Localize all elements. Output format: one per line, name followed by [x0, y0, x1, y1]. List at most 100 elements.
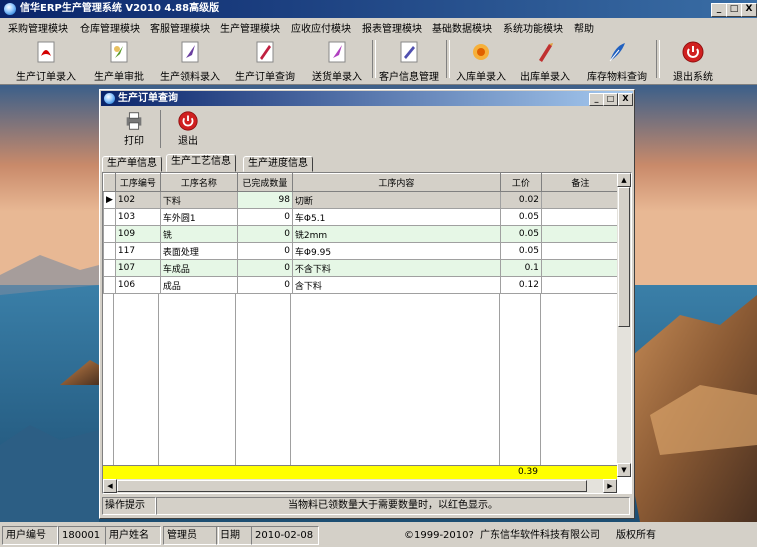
cell-note[interactable] — [540, 191, 620, 209]
toolbar-production-order-query[interactable]: 生产订单查询 — [230, 37, 300, 83]
cell-content[interactable]: 铣2mm — [291, 225, 501, 243]
cell-done[interactable]: 0 — [236, 208, 293, 226]
toolbar-customer-info[interactable]: 客户信息管理 — [376, 37, 442, 83]
cell-done[interactable]: 0 — [236, 259, 293, 277]
cell-name[interactable]: 表面处理 — [159, 242, 238, 260]
column-header-code[interactable]: 工序编号 — [114, 173, 161, 192]
toolbar-label: 生产订单查询 — [235, 72, 295, 83]
cell-content[interactable]: 车Φ5.1 — [291, 208, 501, 226]
menu-customer-service[interactable]: 客服管理模块 — [150, 20, 210, 35]
cell-price[interactable]: 0.02 — [499, 191, 542, 209]
window-icon — [104, 93, 115, 104]
scroll-thumb[interactable] — [618, 187, 630, 327]
column-header-done[interactable]: 已完成数量 — [236, 173, 293, 192]
cell-price[interactable]: 0.1 — [499, 259, 542, 277]
menu-production[interactable]: 生产管理模块 — [220, 20, 280, 35]
cell-content[interactable]: 含下料 — [291, 276, 501, 294]
hint-bar: 操作提示 当物料已领数量大于需要数量时，以红色显示。 — [102, 496, 632, 515]
table-row[interactable]: ▶ 102 下料 98 切断 0.02 — [103, 191, 620, 209]
minimize-button[interactable]: _ — [711, 3, 727, 17]
cell-done[interactable]: 0 — [236, 242, 293, 260]
table-row[interactable]: 107 车成品 0 不含下料 0.1 — [103, 259, 620, 277]
cell-content[interactable]: 车Φ9.95 — [291, 242, 501, 260]
cell-done[interactable]: 98 — [236, 191, 293, 209]
toolbar-inventory-query[interactable]: 库存物料查询 — [582, 37, 652, 83]
cell-name[interactable]: 铣 — [159, 225, 238, 243]
table-row[interactable]: 103 车外圆1 0 车Φ5.1 0.05 — [103, 208, 620, 226]
tab-process-info[interactable]: 生产工艺信息 — [166, 154, 236, 172]
toolbar-exit-system[interactable]: 退出系统 — [664, 37, 722, 83]
cell-name[interactable]: 车外圆1 — [159, 208, 238, 226]
cell-price[interactable]: 0.05 — [499, 208, 542, 226]
horizontal-scrollbar[interactable]: ◀ ▶ — [103, 479, 617, 493]
menu-reports[interactable]: 报表管理模块 — [362, 20, 422, 35]
cell-content[interactable]: 切断 — [291, 191, 501, 209]
cell-note[interactable] — [540, 276, 620, 294]
scroll-right-button[interactable]: ▶ — [603, 479, 617, 493]
toolbar-production-order-entry[interactable]: 生产订单录入 — [10, 37, 82, 83]
scroll-up-button[interactable]: ▲ — [617, 173, 631, 187]
power-icon — [178, 111, 198, 131]
child-toolbar: 打印 退出 — [102, 108, 632, 152]
cell-note[interactable] — [540, 259, 620, 277]
row-indicator — [103, 242, 116, 260]
exit-button[interactable]: 退出 — [170, 110, 206, 150]
cell-content[interactable]: 不含下料 — [291, 259, 501, 277]
child-close-button[interactable]: X — [618, 93, 633, 106]
cell-code[interactable]: 109 — [114, 225, 161, 243]
app-title: 信华ERP生产管理系统 V2010 4.88高级版 — [20, 3, 220, 14]
scroll-thumb[interactable] — [117, 480, 587, 492]
close-button[interactable]: X — [741, 3, 757, 17]
cell-code[interactable]: 106 — [114, 276, 161, 294]
cell-note[interactable] — [540, 208, 620, 226]
menu-system[interactable]: 系统功能模块 — [503, 20, 563, 35]
menu-bar: 采购管理模块 仓库管理模块 客服管理模块 生产管理模块 应收应付模块 报表管理模… — [0, 18, 757, 35]
cell-name[interactable]: 成品 — [159, 276, 238, 294]
cell-price[interactable]: 0.12 — [499, 276, 542, 294]
cell-code[interactable]: 103 — [114, 208, 161, 226]
column-header-price[interactable]: 工价 — [499, 173, 542, 192]
column-header-name[interactable]: 工序名称 — [159, 173, 238, 192]
tab-progress-info[interactable]: 生产进度信息 — [243, 156, 313, 172]
menu-purchase[interactable]: 采购管理模块 — [8, 20, 68, 35]
toolbar-material-requisition[interactable]: 生产领料录入 — [156, 37, 224, 83]
toolbar-outbound-entry[interactable]: 出库单录入 — [516, 37, 574, 83]
grid-line — [113, 293, 114, 465]
tab-order-info[interactable]: 生产单信息 — [102, 156, 162, 172]
toolbar-delivery-entry[interactable]: 送货单录入 — [306, 37, 368, 83]
menu-basic-data[interactable]: 基础数据模块 — [432, 20, 492, 35]
cell-price[interactable]: 0.05 — [499, 242, 542, 260]
table-row[interactable]: 106 成品 0 含下料 0.12 — [103, 276, 620, 294]
main-toolbar: 生产订单录入 生产单审批 生产领料录入 生产订单查询 送货单录入 客户信息管理 … — [0, 35, 757, 85]
scroll-left-button[interactable]: ◀ — [103, 479, 117, 493]
cell-code[interactable]: 107 — [114, 259, 161, 277]
toolbar-inbound-entry[interactable]: 入库单录入 — [452, 37, 510, 83]
cell-name[interactable]: 下料 — [159, 191, 238, 209]
cell-note[interactable] — [540, 242, 620, 260]
copyright-bar: ©1999-2010? 广东信华软件科技有限公司 版权所有 — [319, 526, 751, 545]
pencil-document-icon — [539, 43, 553, 62]
cell-name[interactable]: 车成品 — [159, 259, 238, 277]
column-header-content[interactable]: 工序内容 — [291, 173, 501, 192]
print-button[interactable]: 打印 — [116, 110, 152, 150]
table-row[interactable]: 109 铣 0 铣2mm 0.05 — [103, 225, 620, 243]
maximize-button[interactable]: □ — [726, 3, 742, 17]
cell-done[interactable]: 0 — [236, 276, 293, 294]
child-title-bar[interactable]: 生产订单查询 _ □ X — [101, 91, 633, 106]
vertical-scrollbar[interactable]: ▲ ▼ — [617, 173, 631, 477]
cell-code[interactable]: 117 — [114, 242, 161, 260]
toolbar-production-approval[interactable]: 生产单审批 — [88, 37, 150, 83]
menu-help[interactable]: 帮助 — [574, 20, 594, 35]
cell-done[interactable]: 0 — [236, 225, 293, 243]
column-header-note[interactable]: 备注 — [540, 173, 620, 192]
child-maximize-button[interactable]: □ — [603, 93, 618, 106]
scroll-down-button[interactable]: ▼ — [617, 463, 631, 477]
menu-receivables[interactable]: 应收应付模块 — [291, 20, 351, 35]
child-title: 生产订单查询 — [118, 93, 178, 104]
child-minimize-button[interactable]: _ — [589, 93, 604, 106]
cell-code[interactable]: 102 — [114, 191, 161, 209]
cell-price[interactable]: 0.05 — [499, 225, 542, 243]
table-row[interactable]: 117 表面处理 0 车Φ9.95 0.05 — [103, 242, 620, 260]
menu-warehouse[interactable]: 仓库管理模块 — [80, 20, 140, 35]
cell-note[interactable] — [540, 225, 620, 243]
